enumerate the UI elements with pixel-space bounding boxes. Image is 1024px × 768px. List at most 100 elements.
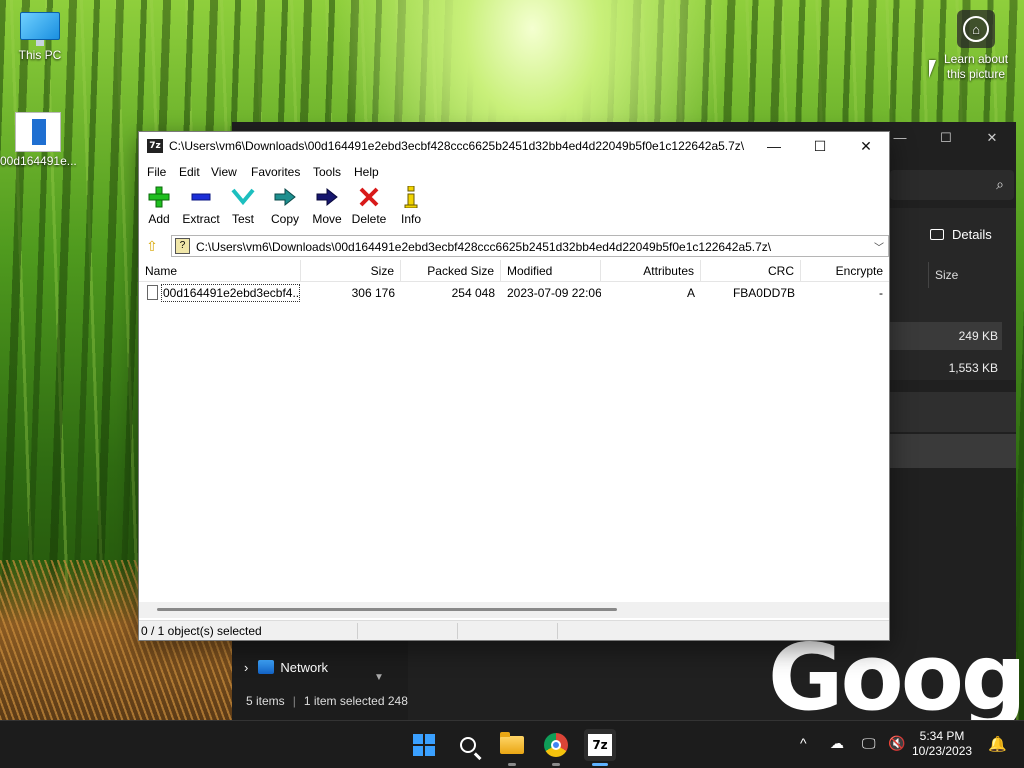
menu-favorites[interactable]: Favorites <box>251 165 300 179</box>
google-watermark: Google <box>768 628 1024 720</box>
details-pane-icon <box>930 229 944 240</box>
explorer-row-size[interactable]: 1,553 KB <box>890 354 1002 382</box>
computer-icon <box>20 12 60 46</box>
cell-size: 306 176 <box>351 286 395 300</box>
check-icon <box>223 186 263 208</box>
info-label: Info <box>400 212 421 226</box>
scrollbar-thumb[interactable] <box>157 608 617 611</box>
scroll-down-arrow-icon[interactable]: ▼ <box>374 672 384 683</box>
file-name[interactable]: 00d164491e2ebd3ecbf4... <box>161 284 300 302</box>
network-icon <box>258 660 275 674</box>
7zip-file-manager-window[interactable]: 7z C:\Users\vm6\Downloads\00d164491e2ebd… <box>138 131 890 641</box>
copy-button[interactable]: Copy <box>265 186 305 226</box>
explorer-row-size[interactable]: 249 KB <box>890 322 1002 350</box>
x-icon <box>349 186 389 208</box>
learn-about-button[interactable]: ⌂ <box>957 10 995 48</box>
window-title: C:\Users\vm6\Downloads\00d164491e2ebd3ec… <box>169 139 745 153</box>
nav-item-network[interactable]: › Network <box>244 660 328 675</box>
mouse-cursor-icon <box>929 60 936 78</box>
details-pane-button[interactable]: Details <box>930 227 992 242</box>
explorer-size-header[interactable]: Size <box>928 262 1008 288</box>
column-header-crc[interactable]: CRC <box>701 260 801 282</box>
status-bar: 0 / 1 object(s) selected <box>139 620 889 640</box>
search-icon <box>460 737 476 753</box>
add-button[interactable]: Add <box>139 186 179 226</box>
onedrive-cloud-icon[interactable]: ☁ <box>830 735 844 752</box>
folder-up-icon[interactable]: ⇧ <box>144 238 160 254</box>
notification-bell-icon[interactable]: 🔔 <box>988 735 1007 753</box>
column-header-modified[interactable]: Modified <box>501 260 601 282</box>
7zip-app-icon: 7z <box>147 139 163 153</box>
status-text: 0 / 1 object(s) selected <box>141 624 262 638</box>
status-selected: 1 item selected <box>303 694 385 708</box>
taskbar-7zip[interactable]: 7z <box>584 729 616 761</box>
extract-button[interactable]: Extract <box>181 186 221 226</box>
info-button[interactable]: Info <box>391 186 431 226</box>
column-header-encrypted[interactable]: Encrypte <box>801 260 889 282</box>
search-icon: ⌕ <box>996 176 1004 192</box>
test-button[interactable]: Test <box>223 186 263 226</box>
folder-icon <box>500 732 524 754</box>
desktop-icon-this-pc[interactable]: This PC <box>2 12 78 62</box>
move-button[interactable]: Move <box>307 186 347 226</box>
column-header-size[interactable]: Size <box>301 260 401 282</box>
explorer-status-bar: 5 items | 1 item selected 248 <box>246 694 408 708</box>
file-icon <box>147 285 158 300</box>
chevron-down-icon[interactable]: ﹀ <box>874 239 884 254</box>
close-button[interactable]: ✕ <box>843 132 889 161</box>
document-icon <box>15 112 61 152</box>
learn-about-picture[interactable]: ⌂ Learn about this picture <box>940 10 1012 82</box>
desktop-icon-file[interactable]: 00d164491e... <box>0 112 77 168</box>
details-label: Details <box>952 227 992 242</box>
clock-date: 10/23/2023 <box>912 744 973 758</box>
info-icon <box>391 186 431 208</box>
taskbar-file-explorer[interactable] <box>496 729 528 761</box>
status-item-count: 5 items <box>246 694 285 708</box>
menu-file[interactable]: File <box>147 165 166 179</box>
menu-edit[interactable]: Edit <box>179 165 200 179</box>
running-indicator <box>508 763 516 766</box>
cell-modified: 2023-07-09 22:06 <box>507 286 601 300</box>
start-button[interactable] <box>408 729 440 761</box>
move-arrow-icon <box>307 186 347 208</box>
taskbar-chrome[interactable] <box>540 729 572 761</box>
volume-muted-icon[interactable]: 🔇 <box>888 735 905 752</box>
table-row[interactable]: 00d164491e2ebd3ecbf4... 306 176 254 048 … <box>139 283 889 303</box>
7zip-icon: 7z <box>588 734 612 756</box>
taskbar-search-button[interactable] <box>452 729 484 761</box>
menu-help[interactable]: Help <box>354 165 379 179</box>
column-header-packed-size[interactable]: Packed Size <box>401 260 501 282</box>
chrome-icon <box>544 733 568 757</box>
menu-bar: File Edit View Favorites Tools Help <box>139 162 889 182</box>
minimize-button[interactable]: — <box>751 132 797 161</box>
column-header-attributes[interactable]: Attributes <box>601 260 701 282</box>
cell-encrypted: - <box>879 286 883 300</box>
active-indicator <box>592 763 608 766</box>
explorer-maximize-button[interactable]: ☐ <box>924 126 968 150</box>
chevron-right-icon[interactable]: › <box>244 660 248 675</box>
toolbar: Add Extract Test Copy Move Delete Info <box>139 184 889 230</box>
address-field[interactable]: ? C:\Users\vm6\Downloads\00d164491e2ebd3… <box>171 235 889 257</box>
maximize-button[interactable]: ☐ <box>797 132 843 161</box>
move-label: Move <box>312 212 342 226</box>
desktop-icon-label: 00d164491e... <box>0 154 77 168</box>
minus-icon <box>181 186 221 208</box>
explorer-close-button[interactable]: ✕ <box>970 126 1014 150</box>
archive-icon: ? <box>175 238 190 254</box>
delete-button[interactable]: Delete <box>349 186 389 226</box>
title-bar[interactable]: 7z C:\Users\vm6\Downloads\00d164491e2ebd… <box>139 132 889 161</box>
horizontal-scrollbar[interactable] <box>139 602 889 618</box>
test-label: Test <box>231 212 254 226</box>
cell-name[interactable]: 00d164491e2ebd3ecbf4... <box>139 283 301 303</box>
status-divider <box>457 623 458 639</box>
cell-attributes: A <box>686 286 695 300</box>
network-monitor-icon[interactable]: 🖵 <box>862 735 876 752</box>
file-list[interactable]: Name Size Packed Size Modified Attribute… <box>139 260 889 620</box>
menu-view[interactable]: View <box>211 165 237 179</box>
column-header-name[interactable]: Name <box>139 260 301 282</box>
menu-tools[interactable]: Tools <box>313 165 341 179</box>
tray-overflow-chevron-icon[interactable]: ^ <box>800 735 807 751</box>
explorer-search-box[interactable]: ⌕ <box>890 170 1014 200</box>
address-text[interactable]: C:\Users\vm6\Downloads\00d164491e2ebd3ec… <box>196 240 771 254</box>
system-clock[interactable]: 5:34 PM 10/23/2023 <box>912 729 972 759</box>
